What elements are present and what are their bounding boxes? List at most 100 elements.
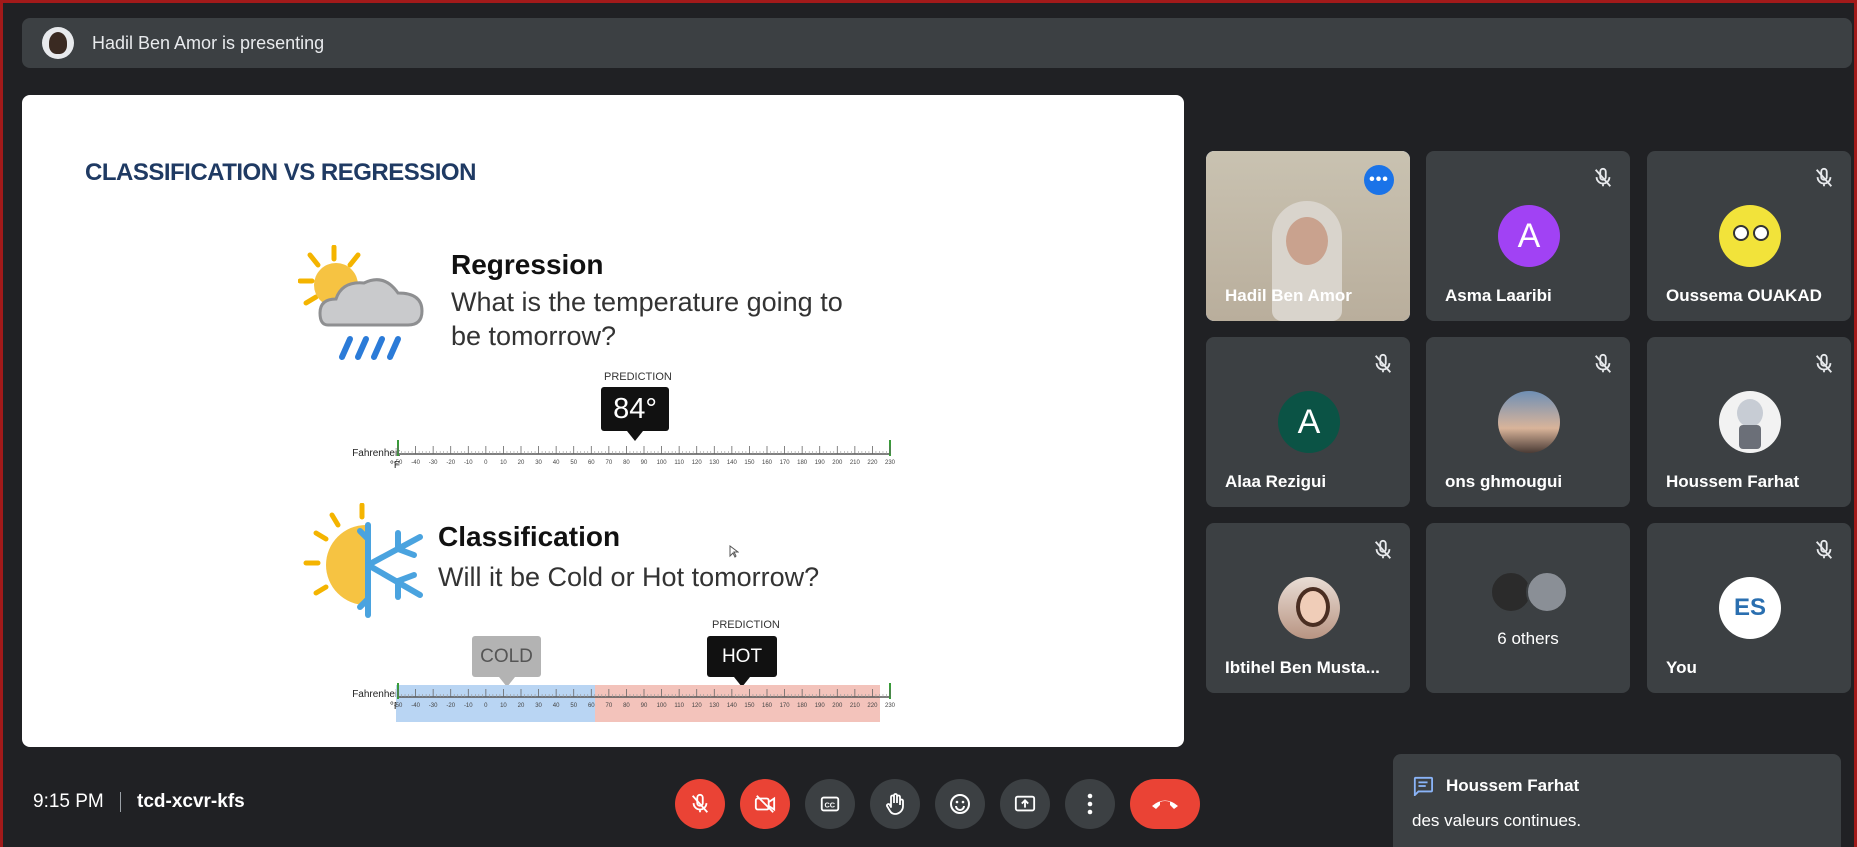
scale-unit-label-2: Fahrenheit (352, 689, 400, 700)
participant-tile[interactable]: ES You (1647, 523, 1851, 693)
scale-tick-label: 0 (484, 703, 488, 709)
scale-tick-label: 210 (850, 460, 861, 466)
presentation-slide: CLASSIFICATION VS REGRESSION Regression … (22, 95, 1184, 747)
regression-prediction-value: 84° (613, 392, 657, 425)
closed-captions-icon: CC (820, 796, 840, 812)
clock: 9:15 PM (33, 791, 104, 812)
mic-off-icon (1594, 353, 1612, 373)
scale-tick-label: 90 (641, 703, 648, 709)
scale-tick-label: 0 (484, 460, 488, 466)
participant-tile[interactable]: A Alaa Rezigui (1206, 337, 1410, 507)
scale-tick-label: -20 (446, 703, 455, 709)
avatar (1719, 391, 1781, 453)
participant-tile[interactable]: Oussema OUAKAD (1647, 151, 1851, 321)
scale-tick-label: 50 (570, 460, 577, 466)
participant-name: Ibtihel Ben Musta... (1225, 658, 1380, 677)
camera-toggle-button[interactable] (740, 779, 790, 829)
scale-tick-label: -50 (394, 460, 403, 466)
scale-tick-label: -50 (394, 703, 403, 709)
scale-tick-label: 140 (727, 703, 738, 709)
scale-tick-label: 80 (623, 460, 630, 466)
avatar-figure (1739, 425, 1761, 449)
scale-tick-label: 20 (518, 460, 525, 466)
scale-tick-label: -30 (429, 460, 438, 466)
more-options-icon[interactable]: ••• (1364, 165, 1394, 195)
scale-tick-label: 90 (641, 460, 648, 466)
scale-tick-label: -30 (429, 703, 438, 709)
mic-off-icon (1594, 167, 1612, 187)
meeting-code[interactable]: tcd-xcvr-kfs (137, 791, 245, 813)
classification-scale-label: Fahrenheit °F (320, 689, 400, 713)
chat-notification[interactable]: Houssem Farhat des valeurs continues. (1393, 754, 1841, 847)
scale-tick-label: 180 (797, 460, 808, 466)
participant-tile[interactable]: Ibtihel Ben Musta... (1206, 523, 1410, 693)
microphone-toggle-button[interactable] (675, 779, 725, 829)
cold-label-box: COLD (472, 636, 541, 687)
captions-button[interactable]: CC (805, 779, 855, 829)
scale-tick-label: 230 (885, 703, 896, 709)
participant-tile[interactable]: A Asma Laaribi (1426, 151, 1630, 321)
reactions-button[interactable] (935, 779, 985, 829)
scale-tick-label: 120 (692, 460, 703, 466)
presenting-banner: Hadil Ben Amor is presenting (22, 18, 1852, 68)
regression-question-line2: be tomorrow? (451, 321, 617, 351)
scale-tick-label: 180 (797, 703, 808, 709)
hot-label: HOT (721, 645, 763, 667)
mic-off-icon (1815, 539, 1833, 559)
camera-off-icon (754, 795, 776, 813)
avatar: A (1498, 205, 1560, 267)
scale-tick-label: 100 (657, 703, 668, 709)
scale-tick-label: 20 (518, 703, 525, 709)
scale-tick-label: 70 (606, 703, 613, 709)
scale-tick-label: 10 (500, 460, 507, 466)
classification-prediction-label: PREDICTION (712, 619, 780, 631)
scale-tick-label: 190 (815, 460, 826, 466)
regression-heading: Regression (451, 249, 604, 280)
present-screen-icon (1014, 795, 1036, 812)
scale-tick-label: 160 (762, 703, 773, 709)
more-options-button[interactable] (1065, 779, 1115, 829)
avatar-initials: ES (1733, 594, 1766, 621)
avatar (1719, 205, 1781, 267)
chat-sender: Houssem Farhat (1446, 776, 1580, 795)
participant-tile[interactable]: ons ghmougui (1426, 337, 1630, 507)
mic-off-icon (1374, 539, 1392, 559)
scale-tick-label: 100 (657, 460, 668, 466)
participant-tile[interactable]: ••• Hadil Ben Amor (1206, 151, 1410, 321)
participant-tile[interactable]: Houssem Farhat (1647, 337, 1851, 507)
scale-tick-label: 230 (885, 460, 896, 466)
avatar: A (1278, 391, 1340, 453)
scale-tick-label: 40 (553, 460, 560, 466)
regression-question-line1: What is the temperature going to (451, 287, 843, 317)
scale-tick-label: 140 (727, 460, 738, 466)
scale-tick-label: 170 (780, 703, 791, 709)
chat-message: des valeurs continues. (1412, 811, 1582, 830)
divider (120, 792, 121, 812)
participant-tile[interactable]: 6 others (1426, 523, 1630, 693)
scale-tick-label: 70 (606, 460, 613, 466)
regression-scale: -50 -40 -30 -20 -10 0 10 20 30 40 50 60 70 80 90 100 110… (394, 440, 896, 466)
avatar-face (1753, 225, 1769, 241)
scale-tick-label: 160 (762, 460, 773, 466)
present-screen-button[interactable] (1000, 779, 1050, 829)
scale-tick-label: -10 (464, 703, 473, 709)
participant-name: Oussema OUAKAD (1666, 286, 1822, 305)
regression-prediction-label: PREDICTION (604, 371, 672, 383)
scale-tick-label: 220 (867, 460, 878, 466)
avatar: ES (1719, 577, 1781, 639)
avatar-face (1296, 587, 1330, 627)
participant-name: Hadil Ben Amor (1225, 286, 1352, 305)
scale-tick-label: 150 (744, 703, 755, 709)
mic-off-icon (691, 793, 709, 813)
scale-tick-label: -40 (411, 460, 420, 466)
raise-hand-button[interactable] (870, 779, 920, 829)
scale-tick-label: 220 (867, 703, 878, 709)
avatar-face (1733, 225, 1749, 241)
cold-label: COLD (480, 645, 533, 667)
scale-tick-label: 80 (623, 703, 630, 709)
avatar (1278, 577, 1340, 639)
participant-name: Alaa Rezigui (1225, 472, 1327, 491)
participant-name: ons ghmougui (1445, 472, 1563, 491)
leave-call-button[interactable] (1130, 779, 1200, 829)
mic-off-icon (1374, 353, 1392, 373)
